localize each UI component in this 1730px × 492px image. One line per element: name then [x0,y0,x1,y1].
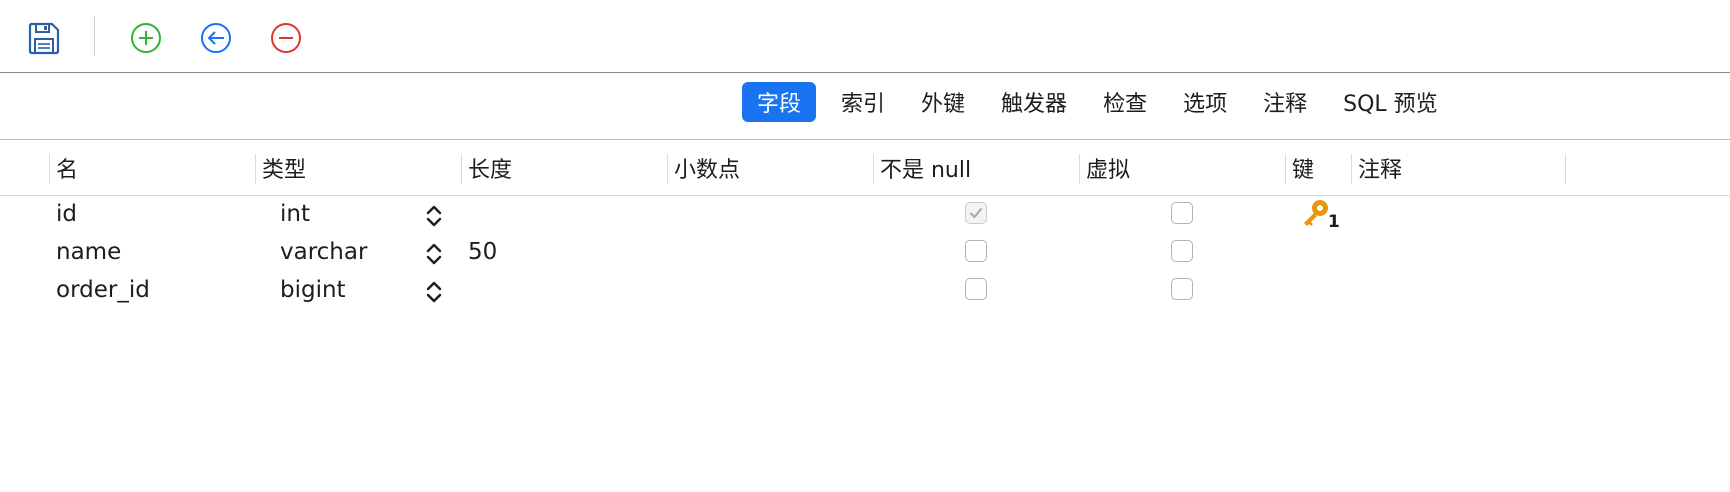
save-button[interactable] [24,18,64,58]
not-null-checkbox[interactable] [965,278,987,300]
plus-circle-icon [131,23,161,53]
column-header-length[interactable]: 长度 [468,140,512,195]
column-header-virtual[interactable]: 虚拟 [1086,140,1130,195]
column-divider [1079,154,1080,184]
arrow-left-circle-icon [201,23,231,53]
virtual-checkbox[interactable] [1171,278,1193,300]
virtual-checkbox[interactable] [1171,240,1193,262]
tab-indexes[interactable]: 索引 [830,82,896,122]
table-row[interactable]: order_id bigint [0,271,1730,309]
tabs: 字段 索引 外键 触发器 检查 选项 注释 SQL 预览 [742,82,1463,122]
field-type-cell[interactable]: bigint [280,271,346,309]
insert-field-button[interactable] [196,18,236,58]
column-header-decimals[interactable]: 小数点 [674,140,740,195]
column-header-comment[interactable]: 注释 [1358,140,1402,195]
field-type-cell[interactable]: varchar [280,233,367,271]
toolbar-separator [94,16,95,56]
column-header-type[interactable]: 类型 [262,140,306,195]
type-stepper[interactable] [422,239,446,269]
type-stepper[interactable] [422,201,446,231]
tab-sql-preview[interactable]: SQL 预览 [1332,82,1449,122]
chevron-up-down-icon [426,281,442,303]
checkmark-icon [970,208,982,218]
field-name-cell[interactable]: order_id [56,271,150,309]
column-divider [255,154,256,184]
type-stepper[interactable] [422,277,446,307]
column-header-not-null[interactable]: 不是 null [880,140,971,195]
tab-comment[interactable]: 注释 [1252,82,1318,122]
table-row[interactable]: id int 1 [0,195,1730,233]
column-divider [873,154,874,184]
column-divider [667,154,668,184]
tab-foreign-keys[interactable]: 外键 [910,82,976,122]
primary-key-order: 1 [1328,212,1340,232]
column-header-name[interactable]: 名 [56,140,78,195]
column-header-key[interactable]: 键 [1292,140,1314,195]
field-type-cell[interactable]: int [280,195,310,233]
field-length-cell[interactable]: 50 [468,233,497,271]
column-divider [49,154,50,184]
column-divider [1351,154,1352,184]
fields-table-header: 名 类型 长度 小数点 不是 null 虚拟 键 注释 [0,140,1730,196]
tab-fields[interactable]: 字段 [742,82,817,122]
delete-field-button[interactable] [266,18,306,58]
column-divider [1285,154,1286,184]
tab-bar: 字段 索引 外键 触发器 检查 选项 注释 SQL 预览 [0,73,1730,140]
table-row[interactable]: name varchar 50 [0,233,1730,271]
toolbar [0,0,1730,73]
tab-options[interactable]: 选项 [1172,82,1238,122]
not-null-checkbox[interactable] [965,202,987,224]
add-field-button[interactable] [126,18,166,58]
virtual-checkbox[interactable] [1171,202,1193,224]
field-name-cell[interactable]: name [56,233,121,271]
column-divider [461,154,462,184]
column-divider [1565,154,1566,184]
minus-circle-icon [271,23,301,53]
chevron-up-down-icon [426,243,442,265]
chevron-up-down-icon [426,205,442,227]
save-icon [28,22,60,55]
tab-checks[interactable]: 检查 [1092,82,1158,122]
tab-triggers[interactable]: 触发器 [990,82,1078,122]
not-null-checkbox[interactable] [965,240,987,262]
field-name-cell[interactable]: id [56,195,77,233]
